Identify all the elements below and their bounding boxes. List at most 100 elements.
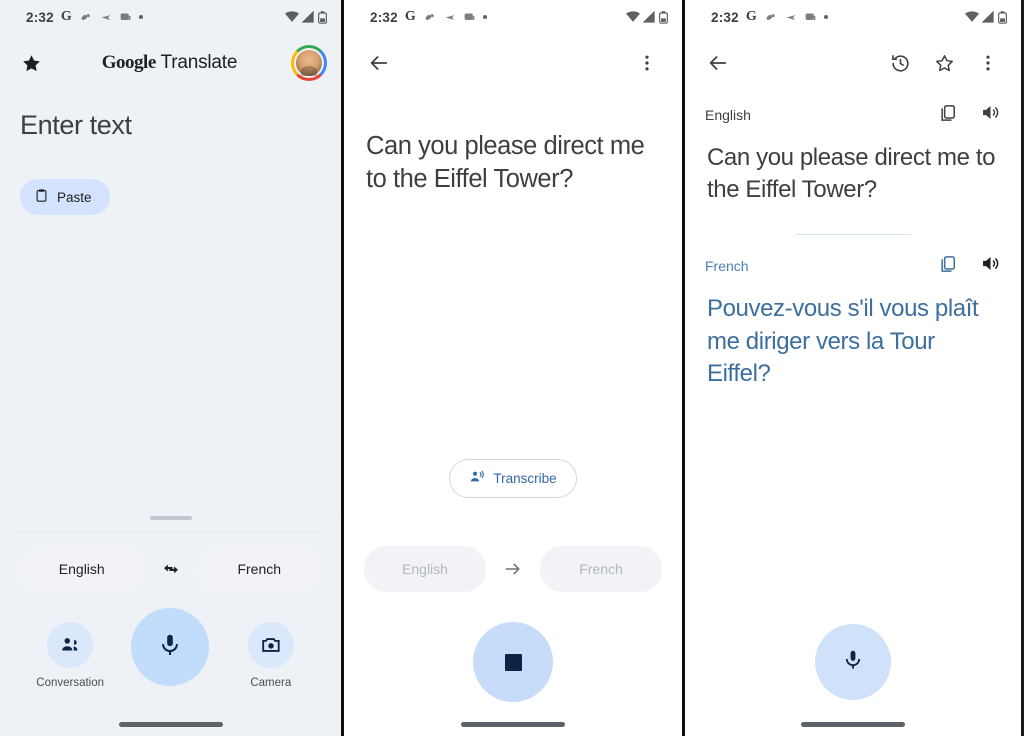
transcribe-button[interactable]: Transcribe (449, 459, 577, 498)
star-outline-icon[interactable] (927, 46, 961, 80)
target-language-header: French (685, 235, 1021, 279)
status-bar-right (626, 10, 668, 24)
status-bar-clock: 2:32 (370, 9, 398, 25)
conversation-icon (47, 622, 94, 668)
send-icon (784, 11, 797, 24)
avatar[interactable] (291, 45, 327, 81)
system-nav-pill (118, 722, 223, 727)
dot-icon (482, 15, 487, 19)
panel-translation-result: 2:32 G English Can you please direct me … (682, 0, 1021, 736)
battery-icon (998, 10, 1007, 24)
battery-icon (318, 10, 327, 24)
clipboard-icon (34, 188, 49, 206)
status-bar-right (965, 10, 1007, 24)
source-language-tools (938, 102, 1001, 128)
status-bar-clock: 2:32 (26, 9, 54, 25)
send-icon (99, 11, 112, 24)
panel-translate-home: 2:32 G Google Translate Enter text Paste… (0, 0, 341, 736)
chat-icon (119, 11, 132, 24)
conversation-label: Conversation (36, 677, 105, 689)
google-g-icon: G (745, 9, 757, 24)
swap-horizontal-icon[interactable] (154, 552, 188, 586)
page-title: Google Translate (48, 52, 291, 74)
panel-voice-listening: 2:32 G Can you please direct me to the E… (341, 0, 682, 736)
chat-icon (804, 11, 817, 24)
three-panel-screenshot: 2:32 G Google Translate Enter text Paste… (0, 0, 1024, 736)
source-language-chip[interactable]: English (364, 546, 486, 592)
google-g-icon: G (60, 9, 72, 24)
system-nav-pill (461, 722, 565, 727)
status-bar-left: 2:32 G (370, 9, 487, 25)
source-language-header: English (685, 92, 1021, 128)
status-bar-left: 2:32 G (711, 9, 828, 25)
recognized-speech-text: Can you please direct me to the Eiffel T… (366, 132, 645, 194)
camera-icon (247, 622, 294, 668)
app-bar: Google Translate (0, 34, 341, 92)
battery-icon (659, 10, 668, 24)
microphone-button[interactable] (815, 624, 891, 700)
signal-icon (982, 11, 995, 23)
wifi-icon (965, 11, 979, 23)
signal-icon (302, 11, 315, 23)
more-vertical-icon[interactable] (971, 46, 1005, 80)
app-title-product: Translate (155, 52, 238, 73)
conversation-action[interactable]: Conversation (27, 622, 113, 689)
camera-label: Camera (250, 677, 292, 689)
wifi-icon (285, 11, 299, 23)
microphone-button[interactable] (131, 608, 210, 686)
microphone-icon (157, 632, 183, 663)
back-arrow-icon[interactable] (701, 46, 735, 80)
paste-button[interactable]: Paste (20, 179, 110, 215)
source-language-label: English (705, 107, 751, 123)
target-language-tools (938, 253, 1001, 279)
google-g-icon: G (404, 9, 416, 24)
sheet-drag-handle[interactable] (149, 516, 192, 520)
language-selector-row: English French (0, 546, 341, 592)
camera-action[interactable]: Camera (228, 622, 314, 689)
back-arrow-icon[interactable] (362, 46, 396, 80)
target-language-label: French (705, 258, 749, 275)
status-bar: 2:32 G (685, 0, 1021, 34)
copy-icon[interactable] (938, 103, 958, 128)
app-icon (423, 11, 436, 24)
status-bar-left: 2:32 G (26, 9, 143, 25)
translated-text: Pouvez-vous s'il vous plaît me diriger v… (707, 295, 979, 387)
wifi-icon (626, 11, 640, 23)
volume-icon[interactable] (980, 253, 1001, 279)
app-icon (79, 11, 92, 24)
transcribe-person-icon (469, 469, 485, 488)
signal-icon (643, 11, 656, 23)
app-icon (764, 11, 777, 24)
source-language-chip[interactable]: English (20, 546, 144, 592)
send-icon (443, 11, 456, 24)
arrow-right-icon (498, 559, 528, 579)
status-bar-clock: 2:32 (711, 9, 739, 25)
text-input-placeholder[interactable]: Enter text (0, 92, 341, 141)
paste-label: Paste (57, 189, 92, 205)
copy-icon[interactable] (938, 254, 958, 279)
status-bar: 2:32 G (0, 0, 341, 34)
stop-recording-button[interactable] (473, 622, 553, 702)
target-language-chip[interactable]: French (197, 546, 321, 592)
chat-icon (463, 11, 476, 24)
app-bar (344, 34, 682, 92)
history-icon[interactable] (883, 46, 917, 80)
transcribe-button-wrap: Transcribe (344, 459, 682, 498)
dot-icon (138, 15, 143, 19)
star-filled-icon[interactable] (14, 46, 48, 80)
transcribe-label: Transcribe (493, 471, 557, 486)
avatar-photo (294, 48, 324, 78)
status-bar-right (285, 10, 327, 24)
target-language-chip[interactable]: French (540, 546, 662, 592)
app-bar (685, 34, 1021, 92)
app-title-brand: Google (101, 52, 157, 73)
more-vertical-icon[interactable] (630, 46, 664, 80)
system-nav-pill (801, 722, 905, 727)
source-text: Can you please direct me to the Eiffel T… (707, 144, 996, 203)
language-selector-row: English French (344, 546, 682, 592)
microphone-icon (841, 648, 865, 677)
status-bar: 2:32 G (344, 0, 682, 34)
stop-square-icon (504, 653, 522, 671)
bottom-action-bar: Conversation Camera (0, 608, 341, 689)
volume-icon[interactable] (980, 102, 1001, 128)
